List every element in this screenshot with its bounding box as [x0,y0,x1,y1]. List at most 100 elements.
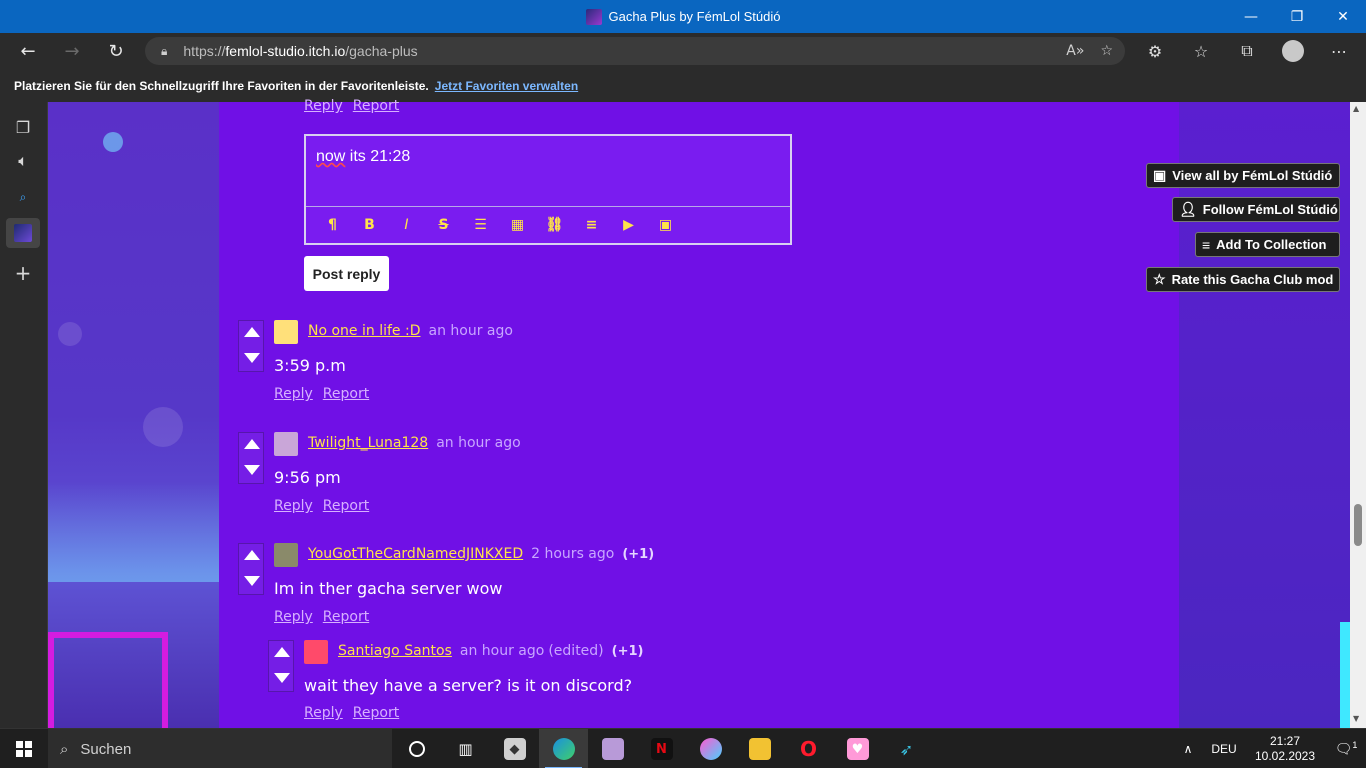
comment-actions: Reply Report [304,705,409,721]
comment-username[interactable]: Twilight_Luna128 [308,435,428,451]
taskbar-app-gacha[interactable] [588,729,637,768]
page-scrollbar[interactable]: ▲ ▼ [1350,102,1366,728]
notification-button[interactable]: 🗨︎1 [1326,740,1366,758]
downvote-icon[interactable] [244,465,260,475]
scroll-down-icon[interactable]: ▼ [1353,714,1359,723]
comment-username[interactable]: YouGotTheCardNamedJINKXED [308,546,523,562]
follow-button[interactable]: 👤︎ Follow FémLol Stúdió [1172,197,1340,222]
scroll-up-icon[interactable]: ▲ [1353,104,1359,113]
language-indicator[interactable]: DEU [1204,742,1244,756]
downvote-icon[interactable] [244,353,260,363]
comment-time[interactable]: an hour ago [460,643,544,659]
comment-time[interactable]: an hour ago [428,323,512,339]
chevron-up-icon[interactable]: ∧ [1172,742,1204,756]
task-view-button[interactable]: ▥ [441,729,490,768]
reply-link[interactable]: Reply [304,98,343,114]
align-icon[interactable]: ≡ [573,217,610,233]
comment-username[interactable]: No one in life :D [308,323,420,339]
add-user-icon: 👤︎ [1179,201,1197,217]
avatar[interactable] [274,543,298,567]
profile-button[interactable] [1270,33,1316,69]
taskbar-app-edge[interactable] [539,729,588,768]
tab-actions-icon[interactable]: ❐ [6,112,40,142]
reply-editor[interactable]: now its 21:28 ¶ B I S ☰ ▦ ⛓ ≡ ▶ ▣ [304,134,792,245]
comment-meta: Twilight_Luna128 an hour ago [308,435,521,451]
taskbar-app-heart[interactable]: ♥ [833,729,882,768]
video-icon[interactable]: ▶ [610,217,647,233]
favorites-icon[interactable]: ☆ [1178,33,1224,69]
report-link[interactable]: Report [353,98,399,114]
more-menu-icon[interactable]: ⋯ [1316,33,1362,69]
report-link[interactable]: Report [323,498,369,514]
url-text[interactable]: https://femlol-studio.itch.io/gacha-plus [183,43,417,59]
bullet-list-icon[interactable]: ☰ [462,217,499,233]
upvote-icon[interactable] [244,439,260,449]
view-all-button[interactable]: ▣ View all by FémLol Stúdió [1146,163,1340,188]
add-tab-icon[interactable]: + [6,258,40,288]
rate-button[interactable]: ☆ Rate this Gacha Club mod [1146,267,1340,292]
taskbar-app-opera[interactable]: O [784,729,833,768]
back-button[interactable]: ← [6,33,50,69]
comment-body: 3:59 p.m [274,356,346,375]
italic-icon[interactable]: I [388,217,425,233]
clock-time: 21:27 [1269,734,1301,748]
comment-actions: Reply Report [274,609,379,625]
comment-score: (+1) [611,644,644,659]
minimize-button[interactable]: — [1228,0,1274,33]
taskbar-app-bird[interactable]: ➶ [882,729,931,768]
avatar[interactable] [274,432,298,456]
start-button[interactable] [0,729,48,768]
collections-icon[interactable]: ⧉ [1224,33,1270,69]
report-link[interactable]: Report [353,705,399,721]
reply-editor-text[interactable]: now its 21:28 [316,148,410,166]
downvote-icon[interactable] [244,576,260,586]
taskbar-app-paint[interactable] [686,729,735,768]
image-icon[interactable]: ▣ [647,217,684,233]
taskbar-app-roblox[interactable]: ◆ [490,729,539,768]
manage-favorites-link[interactable]: Jetzt Favoriten verwalten [435,79,578,93]
extensions-icon[interactable]: ⚙︎ [1132,33,1178,69]
report-link[interactable]: Report [323,609,369,625]
report-link[interactable]: Report [323,386,369,402]
reply-link[interactable]: Reply [304,705,343,721]
add-favorite-icon[interactable]: ☆ [1100,43,1113,59]
reply-link[interactable]: Reply [274,498,313,514]
comment-username[interactable]: Santiago Santos [338,643,452,659]
comment-time[interactable]: 2 hours ago [531,546,614,562]
reply-link[interactable]: Reply [274,386,313,402]
comment-time[interactable]: an hour ago [436,435,520,451]
add-to-collection-button[interactable]: ≡ Add To Collection [1195,232,1340,257]
avatar[interactable] [274,320,298,344]
taskbar-search[interactable]: ⌕ Suchen [48,729,392,768]
cortana-button[interactable] [392,729,441,768]
taskbar-app-netflix[interactable]: N [637,729,686,768]
speaker-icon[interactable]: 🔈︎ [6,146,40,176]
table-icon[interactable]: ▦ [499,217,536,233]
taskbar-app-explorer[interactable] [735,729,784,768]
downvote-icon[interactable] [274,673,290,683]
post-reply-button[interactable]: Post reply [304,256,389,291]
search-icon[interactable]: ⌕ [6,182,40,212]
clock[interactable]: 21:27 10.02.2023 [1244,734,1326,764]
paragraph-icon[interactable]: ¶ [314,217,351,233]
upvote-icon[interactable] [244,327,260,337]
comment-actions: Reply Report [274,386,379,402]
upvote-icon[interactable] [274,647,290,657]
restore-button[interactable]: ❐ [1274,0,1320,33]
close-button[interactable]: ✕ [1320,0,1366,33]
address-bar[interactable]: 🔒︎ https://femlol-studio.itch.io/gacha-p… [145,37,1125,65]
strikethrough-icon[interactable]: S [425,217,462,233]
add-list-icon: ≡ [1202,236,1211,253]
itch-logo-icon: ▣ [1153,167,1167,183]
refresh-button[interactable]: ↻ [94,33,138,69]
bold-icon[interactable]: B [351,217,388,233]
forward-button[interactable]: → [50,33,94,69]
sidebar-tab-gacha-plus[interactable] [6,218,40,248]
avatar[interactable] [304,640,328,664]
link-icon[interactable]: ⛓ [536,217,573,233]
upvote-icon[interactable] [244,550,260,560]
scrollbar-thumb[interactable] [1354,504,1362,546]
notification-count: 1 [1352,740,1358,751]
reply-link[interactable]: Reply [274,609,313,625]
read-aloud-icon[interactable]: A» [1066,43,1084,59]
